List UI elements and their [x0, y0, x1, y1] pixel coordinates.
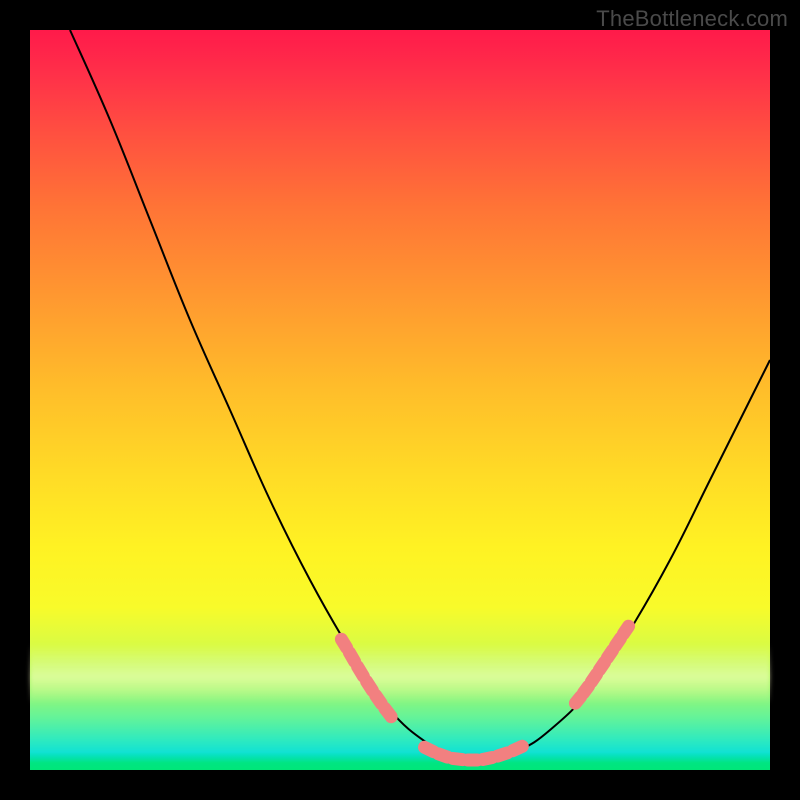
watermark-text: TheBottleneck.com: [596, 6, 788, 32]
highlight-segment: [615, 638, 620, 646]
highlight-segment: [385, 708, 391, 716]
highlight-segment: [425, 747, 434, 751]
highlight-segment: [376, 695, 382, 703]
bottleneck-curve: [70, 30, 770, 762]
highlight-segment: [599, 662, 604, 670]
plot-area: [30, 30, 770, 770]
highlight-segment: [439, 754, 448, 757]
chart-stage: TheBottleneck.com: [0, 0, 800, 800]
highlight-segment: [623, 626, 628, 634]
highlight-segment: [367, 682, 373, 691]
highlight-segment: [483, 758, 493, 760]
highlight-segment: [453, 758, 463, 759]
highlight-segment: [498, 753, 508, 756]
curve-layer: [30, 30, 770, 770]
highlight-segment: [341, 639, 346, 647]
highlight-segment: [607, 650, 612, 658]
segments-left: [341, 639, 391, 716]
highlight-segment: [349, 653, 354, 662]
highlight-segment: [358, 667, 364, 677]
segments-valley: [425, 746, 523, 760]
segments-right: [575, 626, 628, 703]
highlight-segment: [513, 746, 523, 750]
highlight-segment: [591, 674, 596, 682]
